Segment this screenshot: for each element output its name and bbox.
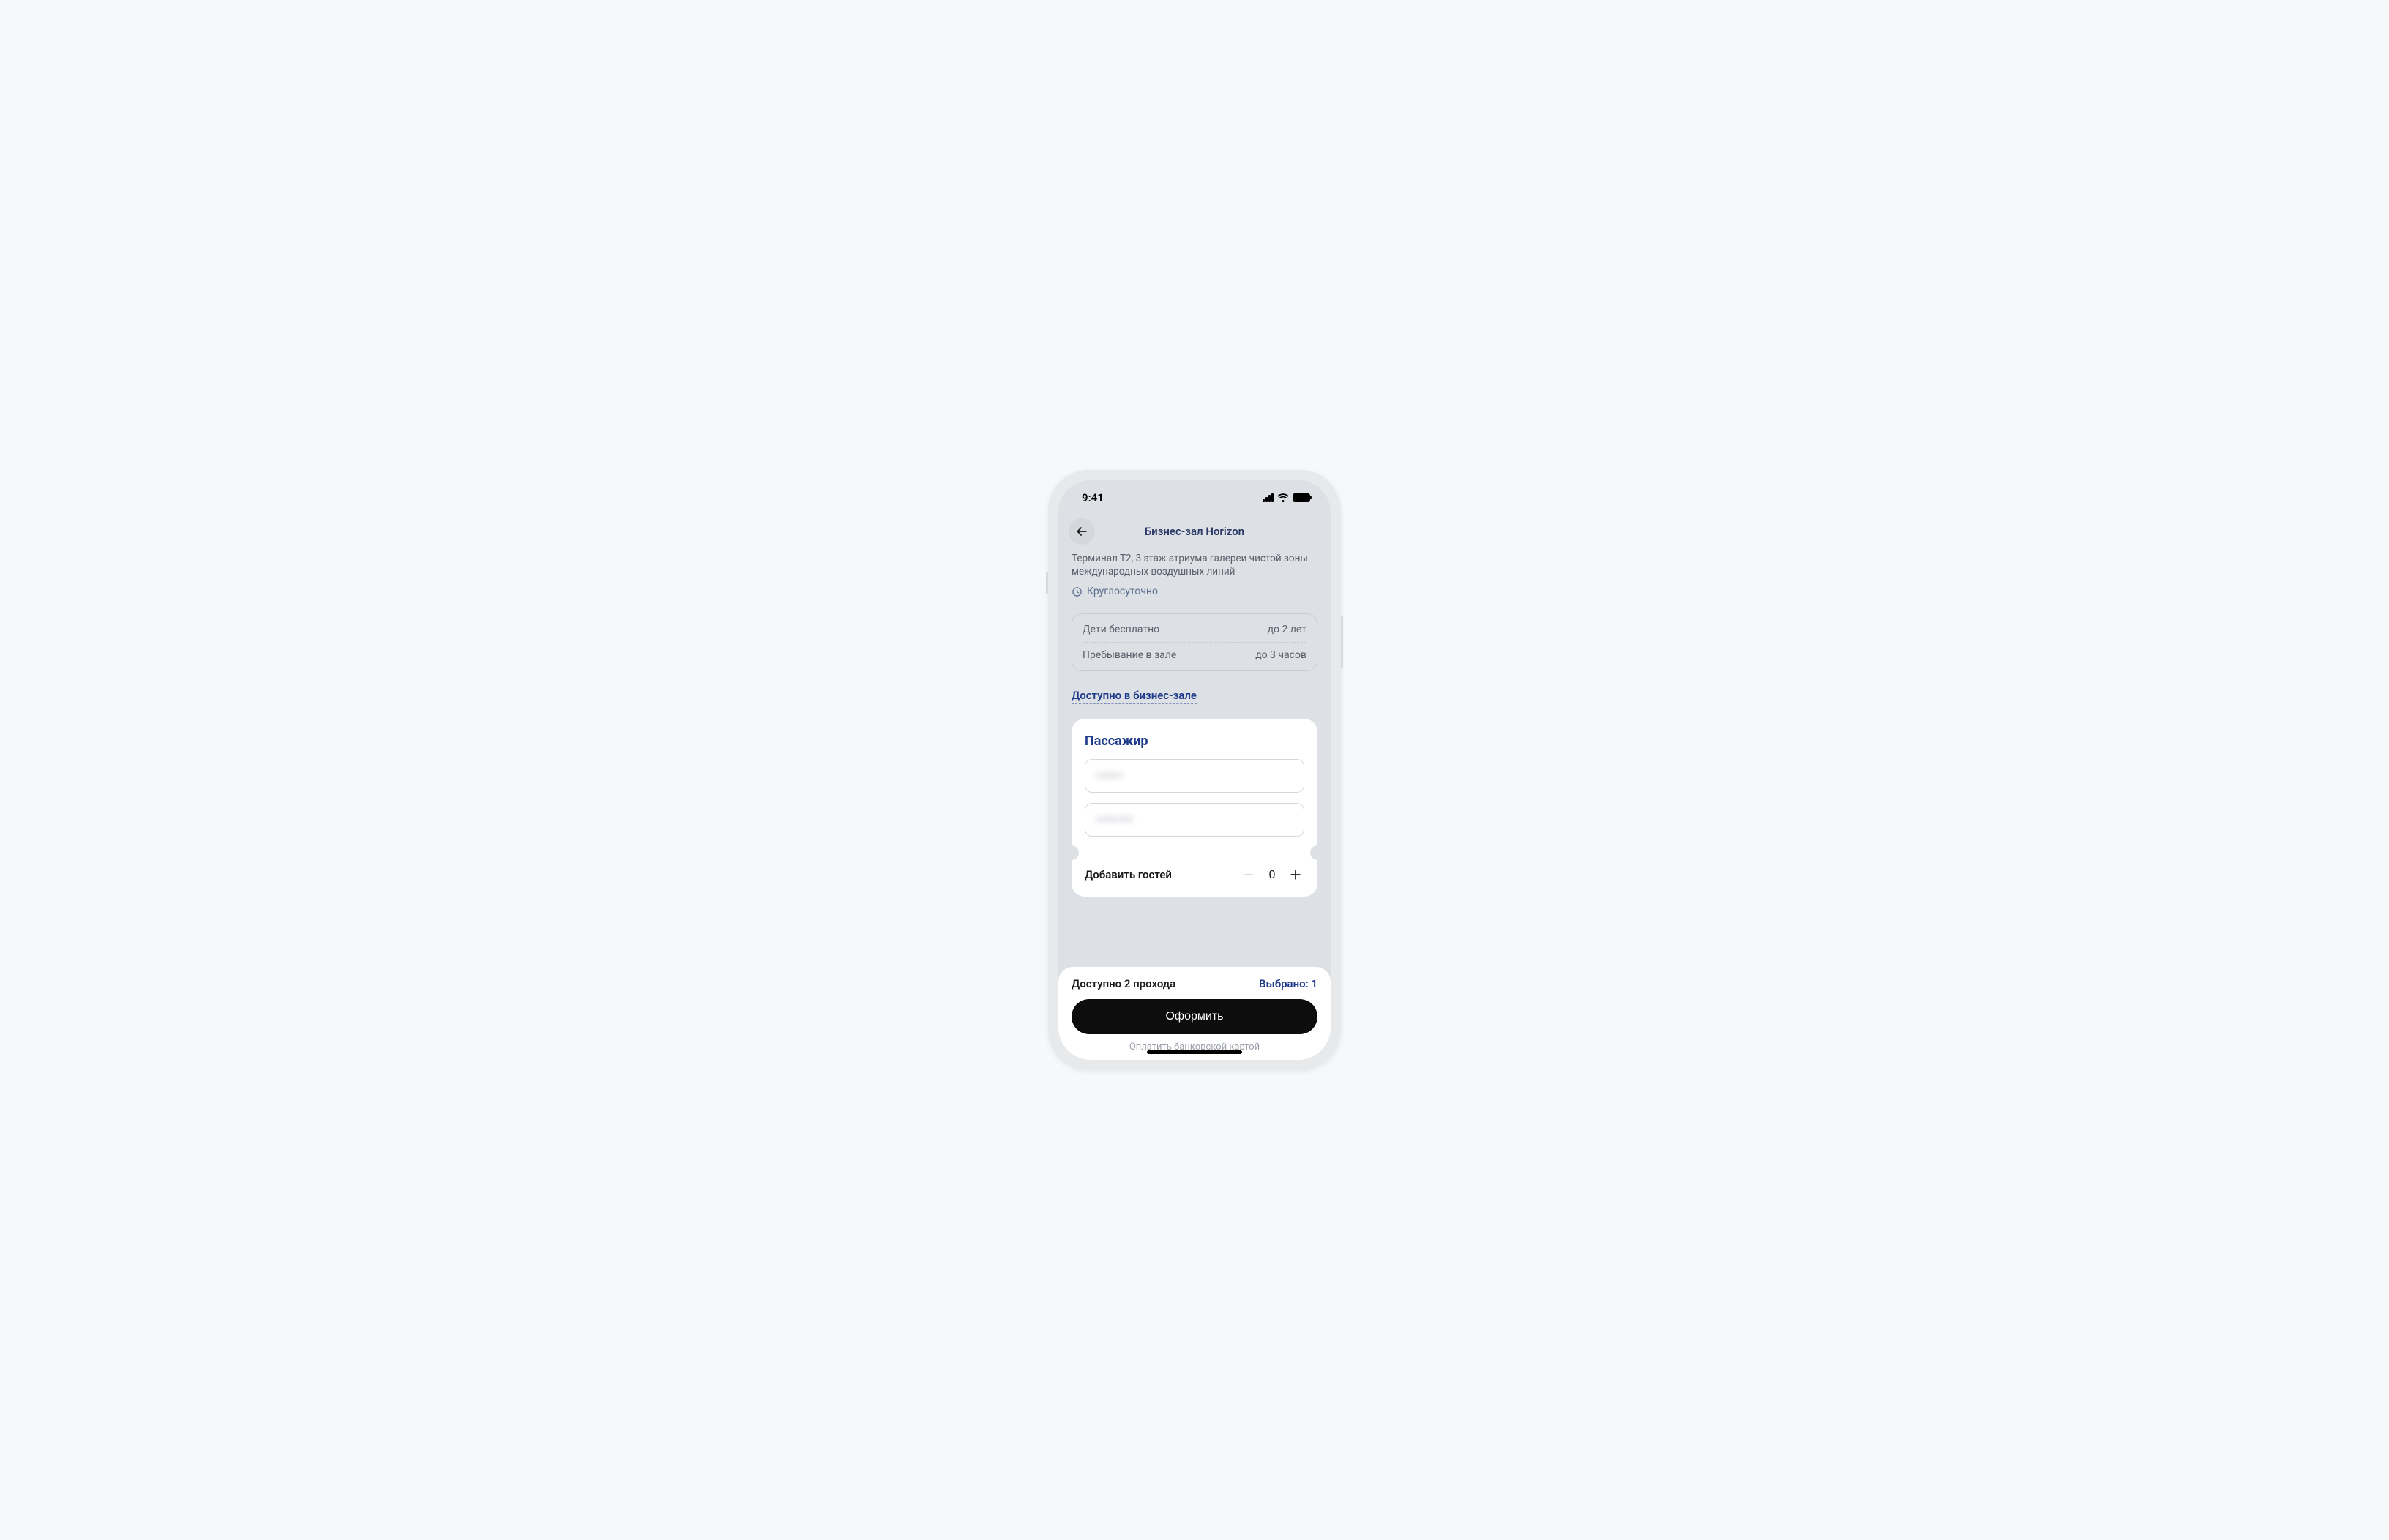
passenger-field-2[interactable]: redacted <box>1085 803 1304 837</box>
minus-icon <box>1242 868 1255 881</box>
guest-row: Добавить гостей 0 <box>1085 866 1304 883</box>
available-passes: Доступно 2 прохода <box>1072 977 1175 990</box>
navbar: Бизнес-зал Horizon <box>1058 515 1331 547</box>
hours-link[interactable]: Круглосуточно <box>1072 586 1158 599</box>
passenger-field-1[interactable]: redact <box>1085 759 1304 793</box>
ticket-notch <box>1072 847 1317 859</box>
redacted-value: redacted <box>1096 814 1133 825</box>
cellular-icon <box>1263 493 1274 502</box>
amenities-link[interactable]: Доступно в бизнес-зале <box>1072 689 1197 704</box>
home-indicator[interactable] <box>1147 1050 1242 1054</box>
arrow-left-icon <box>1074 524 1089 539</box>
selected-count: Выбрано: 1 <box>1259 977 1317 990</box>
info-row-stay: Пребывание в зале до 3 часов <box>1083 643 1306 668</box>
passenger-card: Пассажир redact redacted Добавить гостей… <box>1072 719 1317 897</box>
stay-label: Пребывание в зале <box>1083 649 1176 661</box>
footer-status-row: Доступно 2 прохода Выбрано: 1 <box>1072 977 1317 990</box>
increment-button[interactable] <box>1287 866 1304 883</box>
children-label: Дети бесплатно <box>1083 624 1159 635</box>
status-icons <box>1263 493 1310 502</box>
screen: 9:41 Бизнес-зал Horizon Терминал Т2, 3 э… <box>1058 480 1331 1060</box>
status-time: 9:41 <box>1082 491 1104 504</box>
guest-stepper: 0 <box>1240 866 1304 883</box>
location-text: Терминал Т2, 3 этаж атриума галереи чист… <box>1072 552 1317 578</box>
passenger-title: Пассажир <box>1085 733 1304 749</box>
guest-count: 0 <box>1266 867 1278 881</box>
submit-button[interactable]: Оформить <box>1072 999 1317 1034</box>
content: Терминал Т2, 3 этаж атриума галереи чист… <box>1058 547 1331 967</box>
status-bar: 9:41 <box>1058 480 1331 515</box>
info-card: Дети бесплатно до 2 лет Пребывание в зал… <box>1072 613 1317 671</box>
wifi-icon <box>1277 493 1289 502</box>
phone-frame: 9:41 Бизнес-зал Horizon Терминал Т2, 3 э… <box>1048 470 1341 1070</box>
page-title: Бизнес-зал Horizon <box>1058 525 1331 538</box>
children-value: до 2 лет <box>1268 624 1306 635</box>
redacted-value: redact <box>1096 770 1123 781</box>
add-guests-label: Добавить гостей <box>1085 868 1172 881</box>
stay-value: до 3 часов <box>1255 649 1306 661</box>
clock-icon <box>1072 586 1083 597</box>
back-button[interactable] <box>1069 518 1095 545</box>
decrement-button[interactable] <box>1240 866 1257 883</box>
battery-icon <box>1293 493 1310 502</box>
hours-label: Круглосуточно <box>1087 586 1158 597</box>
plus-icon <box>1288 867 1303 882</box>
info-row-children: Дети бесплатно до 2 лет <box>1083 617 1306 643</box>
footer: Доступно 2 прохода Выбрано: 1 Оформить О… <box>1058 967 1331 1060</box>
